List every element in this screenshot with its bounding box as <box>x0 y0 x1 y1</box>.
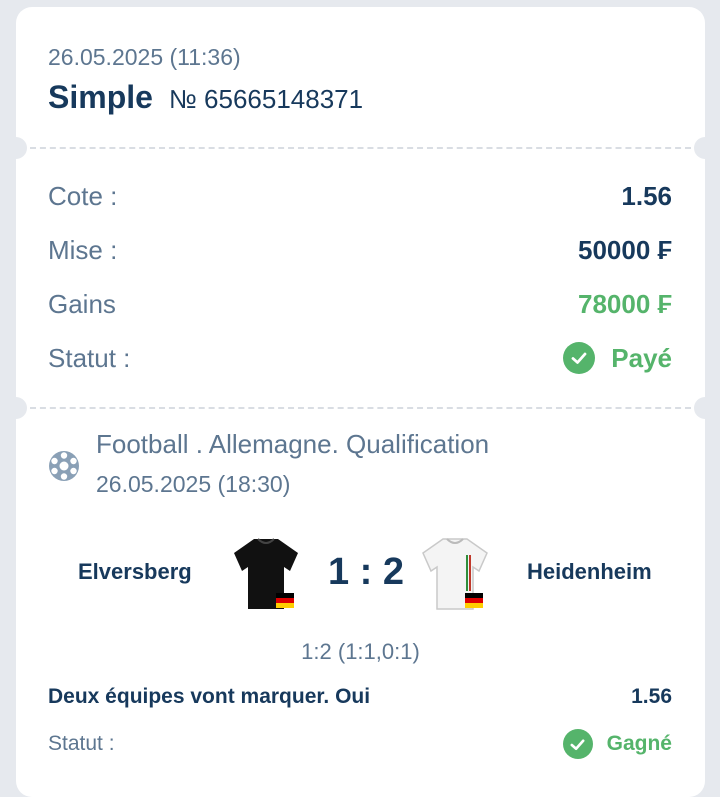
odds-row: Cote : 1.56 <box>48 176 672 216</box>
divider <box>30 147 691 149</box>
selection-row: Deux équipes vont marquer. Oui 1.56 <box>48 685 672 709</box>
ticket-number: № 65665148371 <box>168 84 364 114</box>
winnings-label: Gains <box>48 288 116 319</box>
odds-value: 1.56 <box>621 180 672 211</box>
home-jersey-icon <box>234 538 298 609</box>
event-date: 26.05.2025 (18:30) <box>96 471 291 497</box>
status-label: Statut : <box>48 342 131 373</box>
selection-label: Deux équipes vont marquer. Oui <box>48 685 371 708</box>
status-value-wrap: Payé <box>563 342 672 374</box>
ticket-date: 26.05.2025 (11:36) <box>48 44 241 70</box>
winnings-row: Gains 78000 ₣ <box>48 284 672 324</box>
stake-label: Mise : <box>48 234 118 265</box>
selection-status-value: Gagné <box>606 732 672 755</box>
ticket-notch-left <box>16 397 27 419</box>
odds-label: Cote : <box>48 180 118 211</box>
status-value: Payé <box>611 342 672 373</box>
winnings-value: 78000 ₣ <box>578 288 672 319</box>
ticket-notch-right <box>694 397 705 419</box>
ticket-notch-right <box>694 137 705 159</box>
bet-ticket-card: 26.05.2025 (11:36) Simple № 65665148371 … <box>16 7 705 797</box>
selection-odds: 1.56 <box>631 685 672 708</box>
home-team-name: Elversberg <box>78 559 192 584</box>
score-detail: 1:2 (1:1,0:1) <box>301 639 420 664</box>
bet-type: Simple <box>48 79 153 115</box>
status-row: Statut : Payé <box>48 338 672 378</box>
selection-status-value-wrap: Gagné <box>562 729 672 759</box>
selection-status-row: Statut : Gagné <box>48 729 672 759</box>
stake-value: 50000 ₣ <box>578 234 672 265</box>
check-circle-icon <box>563 342 596 374</box>
stake-row: Mise : 50000 ₣ <box>48 230 672 270</box>
germany-flag-icon <box>276 593 294 598</box>
check-circle-icon <box>562 729 593 759</box>
away-jersey-icon <box>422 538 488 610</box>
germany-flag-icon <box>465 593 483 598</box>
divider <box>30 407 691 409</box>
soccer-ball-icon <box>49 451 79 481</box>
ticket-notch-left <box>16 137 27 159</box>
selection-status-label: Statut : <box>48 732 115 755</box>
away-team-name: Heidenheim <box>527 559 652 584</box>
event-title[interactable]: Football . Allemagne. Qualification <box>96 429 489 460</box>
ticket-header: Simple № 65665148371 <box>48 79 363 116</box>
match-score: 1 : 2 <box>327 551 405 593</box>
